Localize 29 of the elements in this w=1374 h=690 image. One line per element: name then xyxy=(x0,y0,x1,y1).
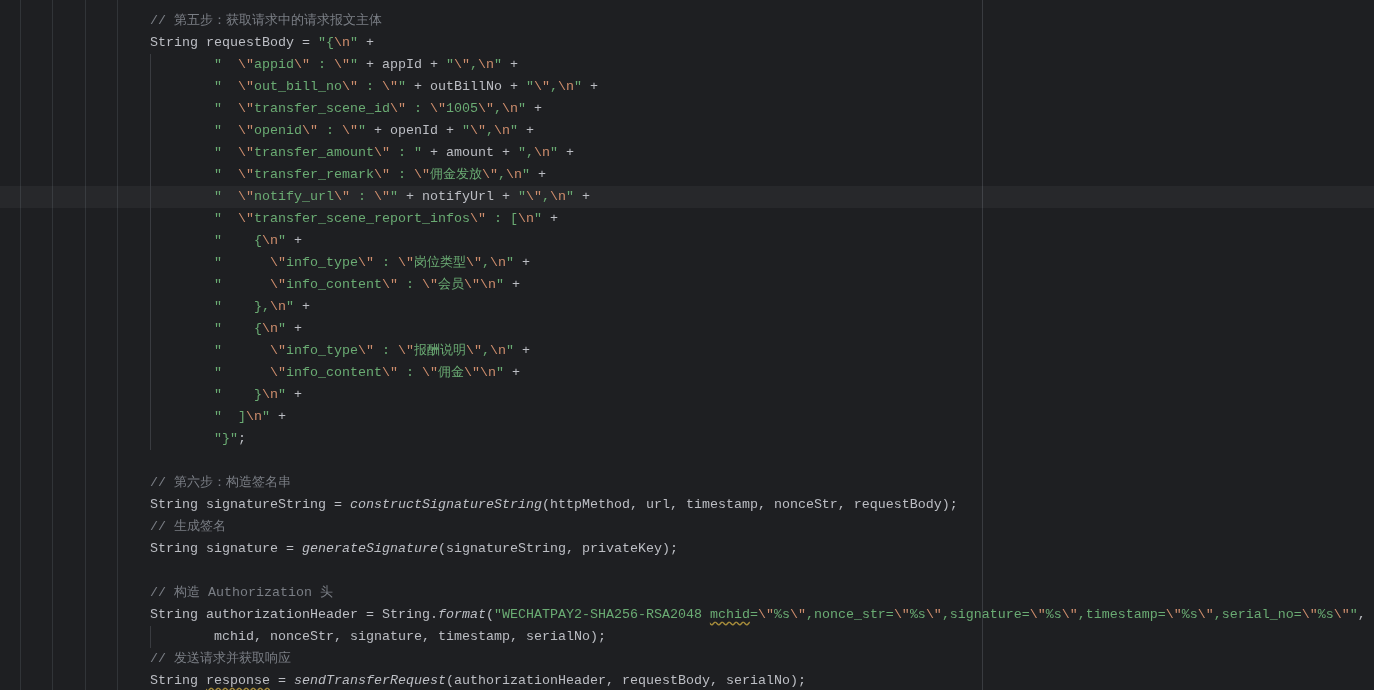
code-line: " },\n" + xyxy=(214,298,310,316)
code-line: " \"transfer_remark\" : \"佣金发放\",\n" + xyxy=(214,166,546,184)
code-line: " \"info_content\" : \"会员\"\n" + xyxy=(214,276,520,294)
code-comment: // 发送请求并获取响应 xyxy=(150,650,291,668)
code-line: " {\n" + xyxy=(214,232,302,250)
code-line: " ]\n" + xyxy=(214,408,286,426)
code-line: " }\n" + xyxy=(214,386,302,404)
code-line: " \"transfer_amount\" : " + amount + ",\n" + xyxy=(214,144,574,162)
code-line: String signatureString = constructSignatureString(httpMethod, url, timestamp, nonceStr, requestBody); xyxy=(150,496,958,514)
code-comment: // 生成签名 xyxy=(150,518,226,536)
code-line: String response = sendTransferRequest(authorizationHeader, requestBody, serialNo); xyxy=(150,672,806,690)
code-line: " \"info_content\" : \"佣金\"\n" + xyxy=(214,364,520,382)
code-comment: // 第六步：构造签名串 xyxy=(150,474,291,492)
code-line: mchid, nonceStr, signature, timestamp, serialNo); xyxy=(214,628,606,646)
code-line: " \"notify_url\" : \"" + notifyUrl + "\",\n" + xyxy=(214,188,590,206)
code-line: " \"transfer_scene_report_infos\" : [\n" + xyxy=(214,210,558,228)
code-line: " \"info_type\" : \"岗位类型\",\n" + xyxy=(214,254,530,272)
code-line: " {\n" + xyxy=(214,320,302,338)
code-comment: // 第五步：获取请求中的请求报文主体 xyxy=(150,12,382,30)
code-comment: // 构造 Authorization 头 xyxy=(150,584,333,602)
code-line: String authorizationHeader = String.format("WECHATPAY2-SHA256-RSA2048 mchid=\"%s\",nonce_str=\"%s\",signature=\"%s\",timestamp=\"%s\",serial_no=\"%s\"", xyxy=(150,606,1366,624)
code-line: " \"openid\" : \"" + openId + "\",\n" + xyxy=(214,122,534,140)
code-line: " \"out_bill_no\" : \"" + outBillNo + "\",\n" + xyxy=(214,78,598,96)
code-line: "}"; xyxy=(214,430,246,448)
code-line: " \"info_type\" : \"报酬说明\",\n" + xyxy=(214,342,530,360)
code-line: String signature = generateSignature(signatureString, privateKey); xyxy=(150,540,678,558)
code-line: " \"appid\" : \"" + appId + "\",\n" + xyxy=(214,56,518,74)
code-line: " \"transfer_scene_id\" : \"1005\",\n" + xyxy=(214,100,542,118)
code-line: String requestBody = "{\n" + xyxy=(150,34,374,52)
